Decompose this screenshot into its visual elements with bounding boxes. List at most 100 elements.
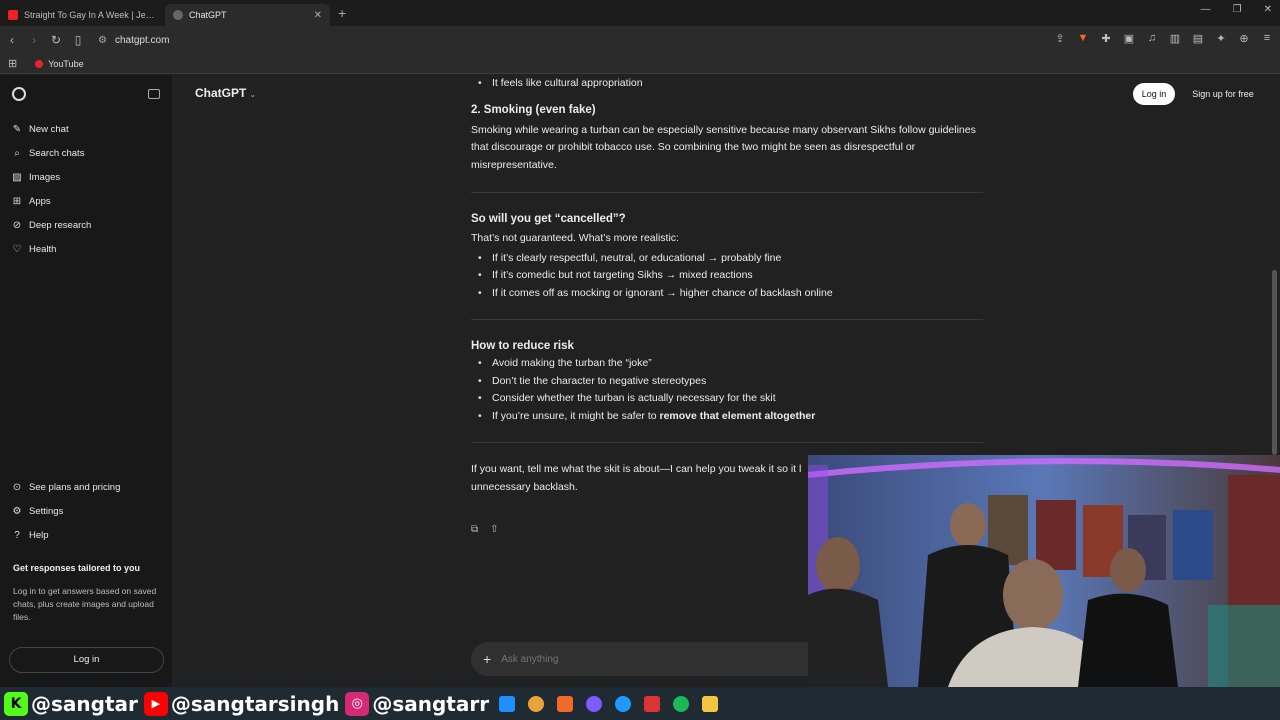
handle-text: @sangtarr <box>372 691 490 716</box>
sidebar-item-apps[interactable]: ⊞ Apps <box>0 189 172 213</box>
scrollbar-thumb[interactable] <box>1272 270 1277 455</box>
sidebar-item-health[interactable]: ♡ Health <box>0 237 172 261</box>
sidebar-item-settings[interactable]: ⚙ Settings <box>0 499 172 523</box>
gear-icon: ⚙ <box>12 505 22 517</box>
sidebar: ✎ New chat ⌕ Search chats ▨ Images ⊞ App… <box>0 75 172 687</box>
brave-icon[interactable] <box>557 695 574 712</box>
tab-title: Straight To Gay In A Week | Jerry Spr <box>24 10 157 20</box>
instagram-handle: ◎ @sangtarr <box>345 691 490 716</box>
closing-text: If you want, tell me what the skit is ab… <box>471 463 802 475</box>
sidebar-item-plans[interactable]: ⊙ See plans and pricing <box>0 475 172 499</box>
share-icon[interactable]: ⇪ <box>1053 32 1067 45</box>
reload-icon[interactable]: ↻ <box>46 33 66 47</box>
sidebar-item-label: Deep research <box>29 219 92 231</box>
help-icon: ? <box>14 529 20 541</box>
header-login-button[interactable]: Log in <box>1133 83 1175 105</box>
copy-icon[interactable]: ⧉ <box>471 524 478 535</box>
social-overlay-bar: K @sangtar ▶ @sangtarsingh ◎ @sangtarr <box>0 687 1280 720</box>
share-icon[interactable]: ⇧ <box>490 524 498 535</box>
browser-tab-chatgpt[interactable]: ChatGPT ✕ <box>165 4 330 26</box>
windows-start-icon[interactable] <box>499 695 516 712</box>
list-item: It feels like cultural appropriation <box>471 75 986 93</box>
apps-grid-icon[interactable]: ⊞ <box>8 57 17 70</box>
bookmark-youtube[interactable]: YouTube <box>35 58 84 69</box>
window-controls: — ❐ ✕ <box>1201 4 1272 15</box>
signup-button[interactable]: Sign up for free <box>1183 83 1263 105</box>
app-icon[interactable] <box>644 695 661 712</box>
sidebar-login-button[interactable]: Log in <box>9 647 164 673</box>
model-selector[interactable]: ChatGPT ⌄ <box>195 86 256 100</box>
sidebar-item-new-chat[interactable]: ✎ New chat <box>0 117 172 141</box>
close-tab-icon[interactable]: ✕ <box>314 10 322 21</box>
sidebar-item-label: Health <box>29 243 57 255</box>
section-heading: 2. Smoking (even fake) <box>471 103 596 116</box>
url-field[interactable]: ⚙ chatgpt.com <box>98 35 169 46</box>
plans-icon: ⊙ <box>12 481 22 493</box>
list-item: Don’t tie the character to negative ster… <box>471 373 986 391</box>
back-icon[interactable]: ‹ <box>2 33 22 47</box>
deep-research-icon: ⊘ <box>12 219 22 231</box>
divider <box>471 442 983 443</box>
closing-text: unnecessary backlash. <box>471 480 578 493</box>
openai-logo-icon[interactable] <box>12 87 26 101</box>
divider <box>471 319 983 320</box>
list-item: If it’s comedic but not targeting Sikhs … <box>471 267 986 285</box>
attach-plus-icon[interactable]: + <box>483 651 491 667</box>
chrome-icon[interactable] <box>528 695 545 712</box>
minimize-icon[interactable]: — <box>1201 4 1211 15</box>
chevron-down-icon: ⌄ <box>249 90 257 99</box>
youtube-icon: ▶ <box>143 691 168 716</box>
login-promo: Get responses tailored to you Log in to … <box>0 563 172 624</box>
ai-icon[interactable]: ✦ <box>1214 32 1228 45</box>
site-info-icon[interactable]: ⚙ <box>98 35 107 46</box>
file-explorer-icon[interactable] <box>702 695 719 712</box>
sidebar-item-label: Apps <box>29 195 51 207</box>
prompt-input[interactable] <box>501 653 802 665</box>
sidebar-item-help[interactable]: ? Help <box>0 523 172 547</box>
instagram-icon: ◎ <box>345 691 370 716</box>
assistant-message: It feels like cultural appropriation 2. … <box>471 75 986 496</box>
forward-icon[interactable]: › <box>24 33 44 47</box>
taskbar-icons <box>499 695 719 712</box>
section-heading: How to reduce risk <box>471 340 574 352</box>
promo-text: Log in to get answers based on saved cha… <box>13 586 157 622</box>
screenshot-icon[interactable]: ▣ <box>1122 32 1136 45</box>
apps-icon: ⊞ <box>12 195 22 207</box>
webcam-overlay <box>808 455 1280 687</box>
bookmark-icon[interactable]: ▯ <box>68 33 88 47</box>
browser-tab-bar: Straight To Gay In A Week | Jerry Spr Ch… <box>0 0 1280 26</box>
wallet-icon[interactable]: ▤ <box>1191 32 1205 45</box>
list-item-text: If you’re unsure, it might be safer to <box>492 409 660 422</box>
url-text: chatgpt.com <box>114 34 170 46</box>
health-icon: ♡ <box>12 243 22 255</box>
spotify-icon[interactable] <box>673 695 690 712</box>
images-icon: ▨ <box>12 171 22 183</box>
close-window-icon[interactable]: ✕ <box>1264 4 1272 15</box>
new-tab-icon[interactable]: + <box>338 5 346 21</box>
menu-icon[interactable]: ≡ <box>1260 32 1274 45</box>
collapse-sidebar-icon[interactable] <box>148 89 160 99</box>
sidebar-item-deep-research[interactable]: ⊘ Deep research <box>0 213 172 237</box>
handle-text: @sangtarsingh <box>170 691 340 716</box>
sidebar-item-search-chats[interactable]: ⌕ Search chats <box>0 141 172 165</box>
sidebar-toggle-icon[interactable]: ▥ <box>1168 32 1182 45</box>
bookmark-label: YouTube <box>48 58 84 69</box>
extensions-icon[interactable]: ✚ <box>1099 32 1113 45</box>
section-heading: So will you get “cancelled”? <box>471 213 626 225</box>
list-item: If you’re unsure, it might be safer to r… <box>471 408 986 426</box>
discord-icon[interactable] <box>586 695 603 712</box>
paragraph: Smoking while wearing a turban can be es… <box>471 123 976 171</box>
edge-icon[interactable] <box>615 695 632 712</box>
vpn-icon[interactable]: ⊕ <box>1237 32 1251 45</box>
model-name: ChatGPT <box>195 86 247 100</box>
promo-title: Get responses tailored to you <box>13 563 141 573</box>
list-item: If it’s clearly respectful, neutral, or … <box>471 250 986 268</box>
sidebar-item-images[interactable]: ▨ Images <box>0 165 172 189</box>
sidebar-item-label: Help <box>29 529 49 541</box>
browser-tab-youtube[interactable]: Straight To Gay In A Week | Jerry Spr <box>0 4 165 26</box>
list-item: If it comes off as mocking or ignorant →… <box>471 285 986 303</box>
brave-shield-icon[interactable]: ▼ <box>1076 32 1090 45</box>
list-item: Avoid making the turban the “joke” <box>471 355 986 373</box>
maximize-icon[interactable]: ❐ <box>1233 4 1242 15</box>
media-icon[interactable]: ♫ <box>1145 32 1159 45</box>
